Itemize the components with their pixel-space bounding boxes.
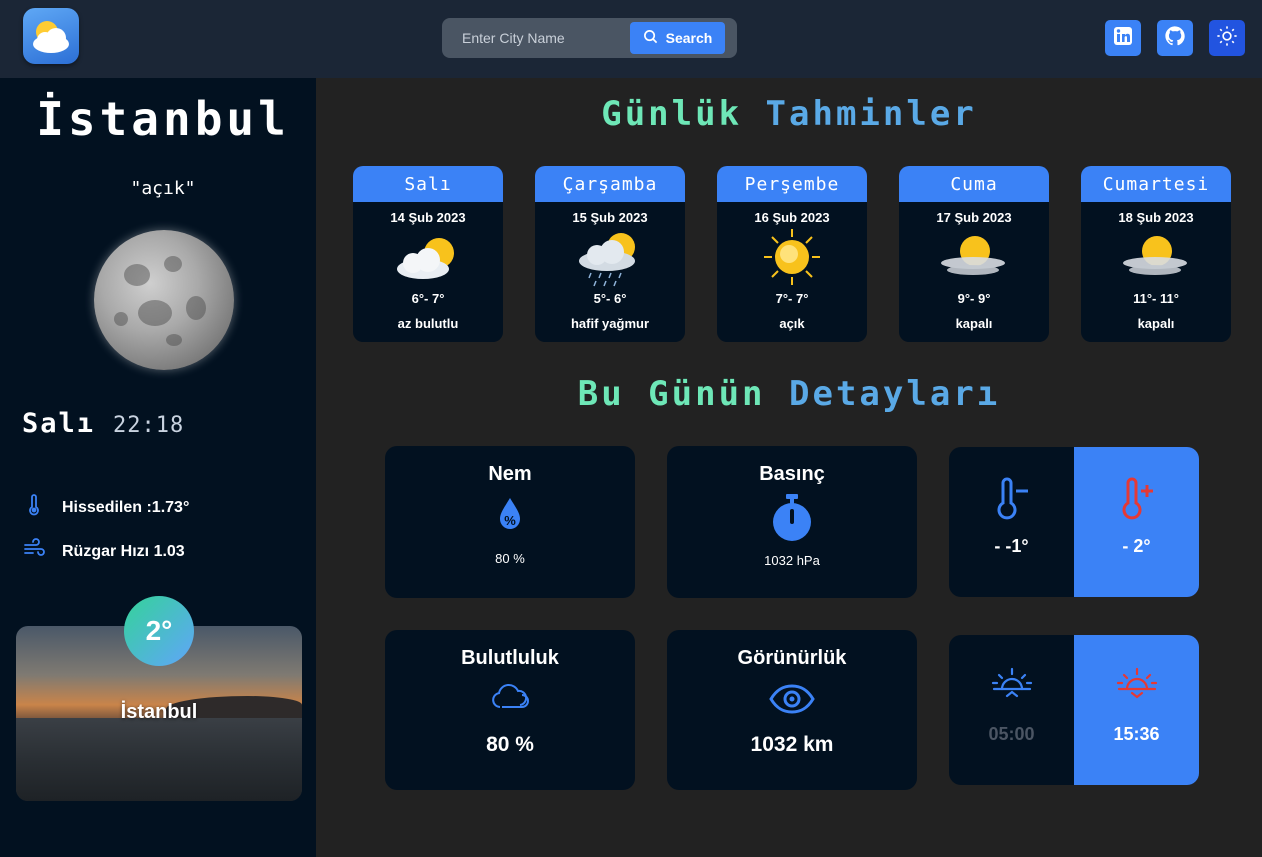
forecast-temp: 9°- 9° <box>957 291 991 306</box>
forecast-card: Cuma 17 Şub 2023 9°- 9° kapalı <box>899 166 1049 342</box>
cloudiness-label: Bulutluluk <box>461 647 559 669</box>
forecast-temp: 7°- 7° <box>775 291 809 306</box>
forecast-day: Salı <box>353 166 503 202</box>
linkedin-icon <box>1113 26 1133 51</box>
forecast-desc: kapalı <box>1137 316 1175 331</box>
cloudiness-value: 80 % <box>486 733 534 756</box>
forecast-temp: 6°- 7° <box>411 291 445 306</box>
forecast-desc: açık <box>779 316 805 331</box>
forecast-card: Çarşamba 15 Şub 2023 5°- 6° hafif yağmur <box>535 166 685 342</box>
sun-theme-icon <box>1216 25 1238 52</box>
pressure-card: Basınç 1032 hPa <box>667 446 917 598</box>
sunrise-sunset-card: 05:00 15:36 <box>949 635 1199 785</box>
search-button[interactable]: Search <box>630 22 725 54</box>
max-temp-value: - 2° <box>1122 536 1151 556</box>
feels-like-row: Hissedilen :1.73° <box>22 493 189 522</box>
forecast-card: Perşembe 16 Şub 2023 7°- 7° açık <box>717 166 867 342</box>
top-header: Search <box>0 0 1262 78</box>
light-rain-icon <box>535 225 685 289</box>
forecast-day: Cumartesi <box>1081 166 1231 202</box>
pressure-label: Basınç <box>759 463 825 485</box>
sunrise-time: 05:00 <box>988 724 1035 744</box>
current-temp-badge: 2° <box>124 596 194 666</box>
forecast-temp: 11°- 11° <box>1133 291 1179 306</box>
github-icon <box>1164 25 1186 52</box>
visibility-value: 1032 km <box>750 733 834 756</box>
visibility-card: Görünürlük 1032 km <box>667 630 917 790</box>
sunset-icon <box>1115 665 1159 710</box>
min-temp-value: - -1° <box>994 536 1029 556</box>
forecast-desc: az bulutlu <box>397 316 459 331</box>
forecast-date: 16 Şub 2023 <box>754 210 830 225</box>
wind-row: Rüzgar Hızı 1.03 <box>22 537 185 566</box>
day-time-row: Salı 22:18 <box>22 408 184 439</box>
current-time: 22:18 <box>113 413 185 438</box>
humidity-value: 80 % <box>495 551 525 566</box>
condition-text: "açık" <box>130 178 196 199</box>
forecast-desc: hafif yağmur <box>570 316 649 331</box>
pressure-value: 1032 hPa <box>764 553 820 568</box>
thermometer-minus-icon <box>992 477 1032 528</box>
forecast-card: Salı 14 Şub 2023 6°- 7° az bulutlu <box>353 166 503 342</box>
partly-cloudy-icon <box>353 225 503 289</box>
forecast-title: Günlük Tahminler <box>601 94 977 134</box>
current-weather-sidebar: İstanbul "açık" Salı 22:18 Hissedilen :1… <box>0 78 316 857</box>
overcast-icon <box>1081 225 1231 289</box>
min-max-temp-card: - -1° - 2° <box>949 447 1199 597</box>
search-button-label: Search <box>665 30 713 46</box>
sunset-time: 15:36 <box>1113 724 1160 744</box>
theme-toggle-button[interactable] <box>1209 20 1245 56</box>
humidity-label: Nem <box>488 463 532 485</box>
humidity-card: Nem % 80 % <box>385 446 635 598</box>
moon-icon <box>94 230 234 370</box>
forecast-day: Perşembe <box>717 166 867 202</box>
city-photo-label: İstanbul <box>120 701 198 723</box>
feels-like-text: Hissedilen :1.73° <box>62 498 190 516</box>
wind-icon <box>22 537 46 566</box>
forecast-date: 17 Şub 2023 <box>936 210 1012 225</box>
forecast-date: 18 Şub 2023 <box>1118 210 1194 225</box>
cloud-icon <box>385 682 635 717</box>
linkedin-button[interactable] <box>1105 20 1141 56</box>
forecast-date: 15 Şub 2023 <box>572 210 648 225</box>
visibility-label: Görünürlük <box>737 647 847 669</box>
current-day: Salı <box>22 408 96 439</box>
search-icon <box>643 29 658 47</box>
svg-text:%: % <box>504 513 516 528</box>
forecast-day: Çarşamba <box>535 166 685 202</box>
overcast-icon <box>899 225 1049 289</box>
sunset-panel: 15:36 <box>1074 635 1199 785</box>
thermometer-icon <box>22 493 46 522</box>
forecast-temp: 5°- 6° <box>593 291 627 306</box>
forecast-card: Cumartesi 18 Şub 2023 11°- 11° kapalı <box>1081 166 1231 342</box>
weather-logo-icon[interactable] <box>23 8 79 64</box>
forecast-desc: kapalı <box>955 316 993 331</box>
max-temp-panel: - 2° <box>1074 447 1199 597</box>
thermometer-plus-icon <box>1117 477 1157 528</box>
stopwatch-icon <box>667 492 917 547</box>
sunrise-icon <box>990 665 1034 710</box>
forecast-day: Cuma <box>899 166 1049 202</box>
min-temp-panel: - -1° <box>949 447 1074 597</box>
clear-sun-icon <box>717 225 867 289</box>
eye-icon <box>667 684 917 719</box>
forecast-date: 14 Şub 2023 <box>390 210 466 225</box>
sunrise-panel: 05:00 <box>949 635 1074 785</box>
city-title: İstanbul <box>36 92 290 146</box>
github-button[interactable] <box>1157 20 1193 56</box>
humidity-drop-icon: % <box>385 496 635 537</box>
cloudiness-card: Bulutluluk 80 % <box>385 630 635 790</box>
details-title: Bu Günün Detayları <box>577 374 1001 414</box>
wind-speed-text: Rüzgar Hızı 1.03 <box>62 542 185 560</box>
city-search-input[interactable] <box>450 23 630 53</box>
